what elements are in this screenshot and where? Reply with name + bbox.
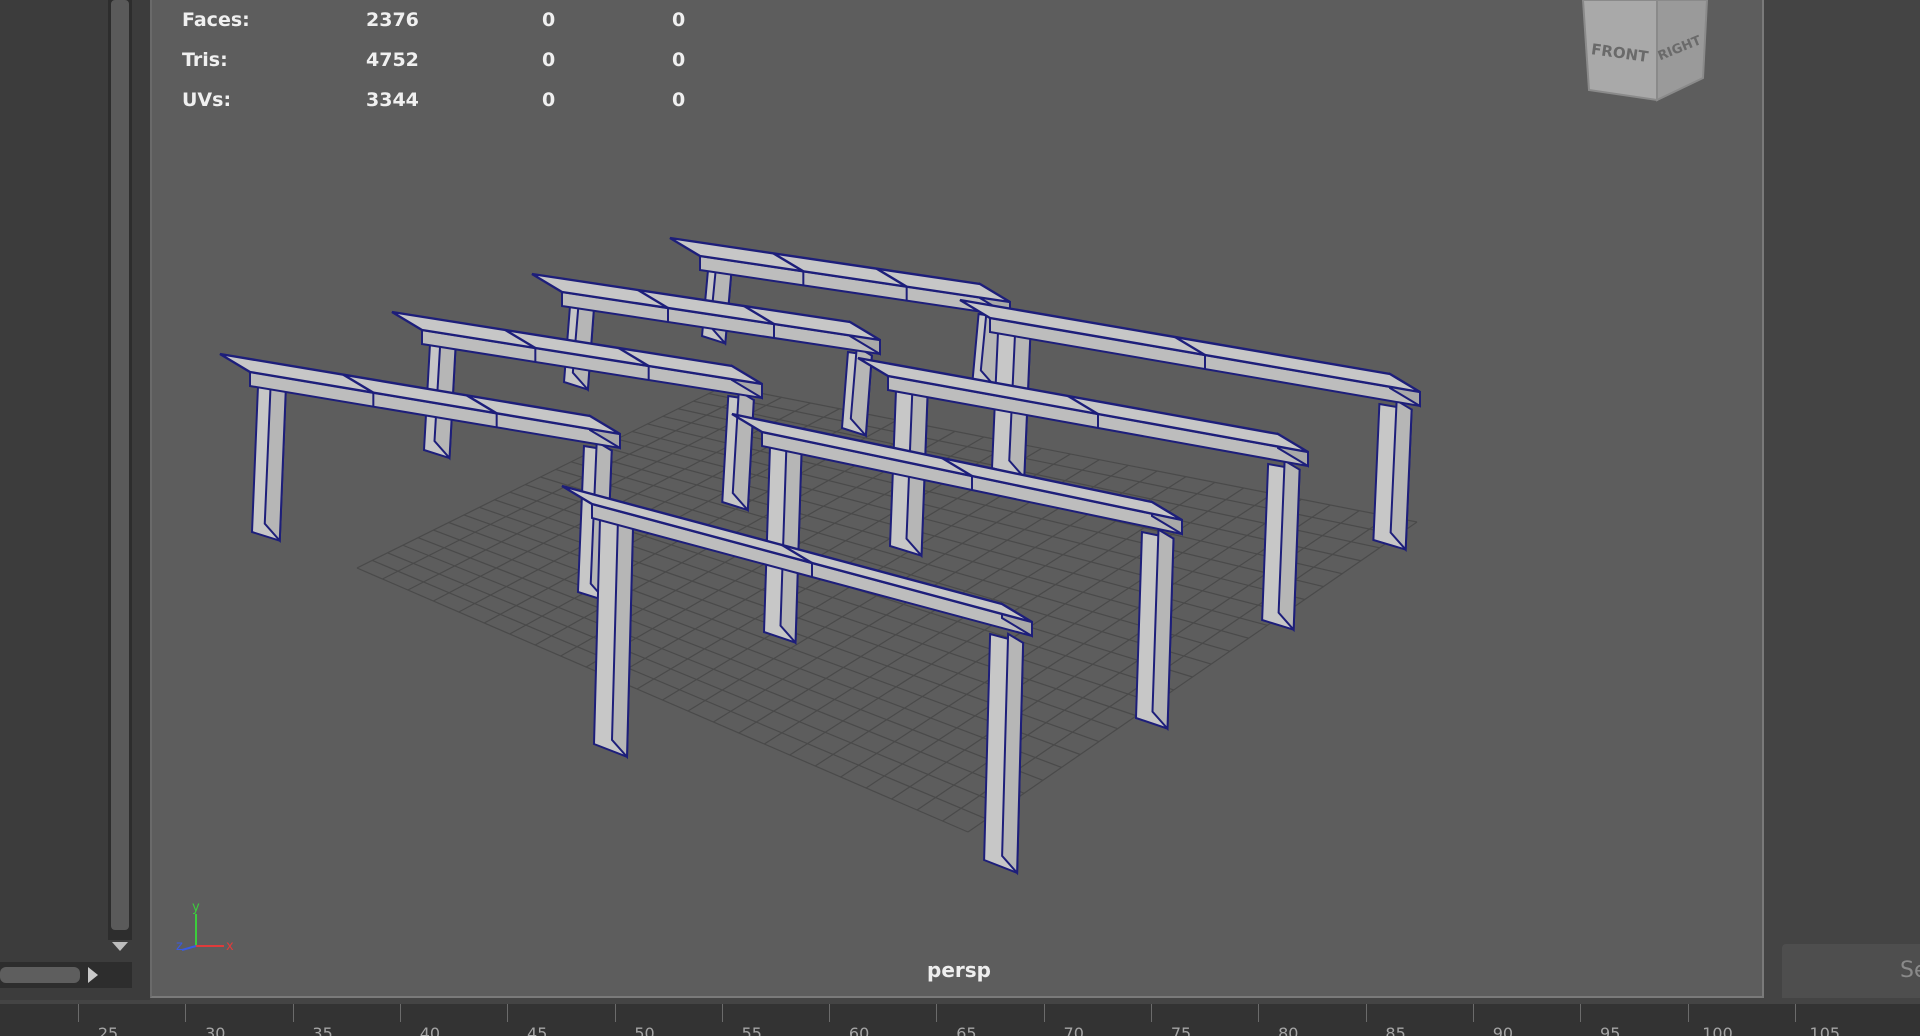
timeline-tick: [185, 1004, 187, 1022]
hud-value: 0: [672, 49, 686, 71]
timeline-tick: [829, 1004, 831, 1022]
timeline-tick: [721, 1004, 723, 1022]
hud-label: UVs:: [182, 89, 232, 111]
hud-value: 0: [672, 9, 686, 31]
hud-value: 2376: [366, 9, 419, 31]
timeline-tick: [1365, 1004, 1367, 1022]
vertical-scrollbar-thumb[interactable]: [111, 0, 129, 930]
timeline-tick-label: 85: [1385, 1024, 1406, 1036]
right-panel: [1764, 0, 1920, 1000]
maya-window: Faces: 2376 0 0 Tris: 4752 0 0 UVs: 3344…: [0, 0, 1920, 1036]
timeline-tick-label: 95: [1600, 1024, 1621, 1036]
timeline-tick-label: 25: [97, 1024, 119, 1036]
hud-value: 3344: [366, 89, 419, 111]
hud-value: 0: [542, 89, 556, 111]
perspective-viewport[interactable]: Faces: 2376 0 0 Tris: 4752 0 0 UVs: 3344…: [150, 0, 1764, 998]
timeline-tick-label: 45: [527, 1024, 548, 1036]
timeline-tick-label: 40: [419, 1024, 441, 1036]
scroll-down-arrow-icon[interactable]: [112, 942, 128, 951]
scroll-right-arrow-icon[interactable]: [88, 967, 98, 983]
right-panel-field-text: Se: [1900, 958, 1920, 983]
axis-x-label: x: [226, 939, 234, 954]
timeline-tick: [1580, 1004, 1582, 1022]
grid-line: [967, 521, 1418, 833]
hud-value: 4752: [366, 49, 419, 71]
time-slider-ruler[interactable]: 25 30 35 40 45 50 55 60 65 70 75 80 85 90 95 100 105: [0, 1004, 1920, 1036]
timeline-tick: [1151, 1004, 1152, 1022]
hud-label: Tris:: [182, 49, 228, 71]
timeline-tick: [936, 1004, 938, 1022]
hud-row-tris: Tris: 4752 0 0: [182, 46, 742, 86]
timeline-tick: [507, 1004, 509, 1022]
timeline-tick-label: 60: [848, 1024, 870, 1036]
hud-label: Faces:: [182, 9, 250, 31]
view-cube-icon[interactable]: FRONT RIGHT: [1577, 0, 1727, 120]
timeline-tick: [614, 1004, 616, 1022]
hud-value: 0: [542, 49, 556, 71]
axis-z-label: z: [176, 939, 183, 954]
timeline-tick-label: 80: [1278, 1024, 1299, 1036]
timeline-tick-label: 50: [634, 1024, 655, 1036]
timeline-tick: [78, 1004, 79, 1022]
timeline-tick-label: 30: [205, 1024, 226, 1036]
horizontal-scrollbar-thumb[interactable]: [0, 967, 80, 983]
timeline-tick-label: 55: [741, 1024, 762, 1036]
timeline-tick-label: 70: [1063, 1024, 1084, 1036]
timeline-tick: [399, 1004, 401, 1022]
timeline-tick: [1043, 1004, 1045, 1022]
axis-y-label: y: [192, 900, 200, 915]
timeline-tick-label: 100: [1702, 1024, 1733, 1036]
timeline-tick: [292, 1004, 294, 1022]
timeline-tick-label: 105: [1809, 1024, 1841, 1036]
timeline-tick-label: 35: [312, 1024, 333, 1036]
hud-value: 0: [672, 89, 686, 111]
timeline-tick-label: 75: [1170, 1024, 1192, 1036]
scene-canvas[interactable]: [152, 0, 1764, 998]
hud-row-faces: Faces: 2376 0 0: [182, 6, 742, 46]
hud-row-uvs: UVs: 3344 0 0: [182, 86, 742, 126]
timeline-tick-label: 90: [1492, 1024, 1514, 1036]
timeline-tick-label: 65: [956, 1024, 977, 1036]
heads-up-display: Faces: 2376 0 0 Tris: 4752 0 0 UVs: 3344…: [182, 6, 742, 126]
timeline-tick: [1687, 1004, 1689, 1022]
grid-line: [865, 498, 1302, 789]
camera-name-label: persp: [927, 958, 991, 982]
axis-gizmo-icon: y x z: [176, 900, 234, 954]
timeline-tick: [1258, 1004, 1260, 1022]
timeline-tick: [1794, 1004, 1796, 1022]
timeline-tick: [1472, 1004, 1474, 1022]
hud-value: 0: [542, 9, 556, 31]
